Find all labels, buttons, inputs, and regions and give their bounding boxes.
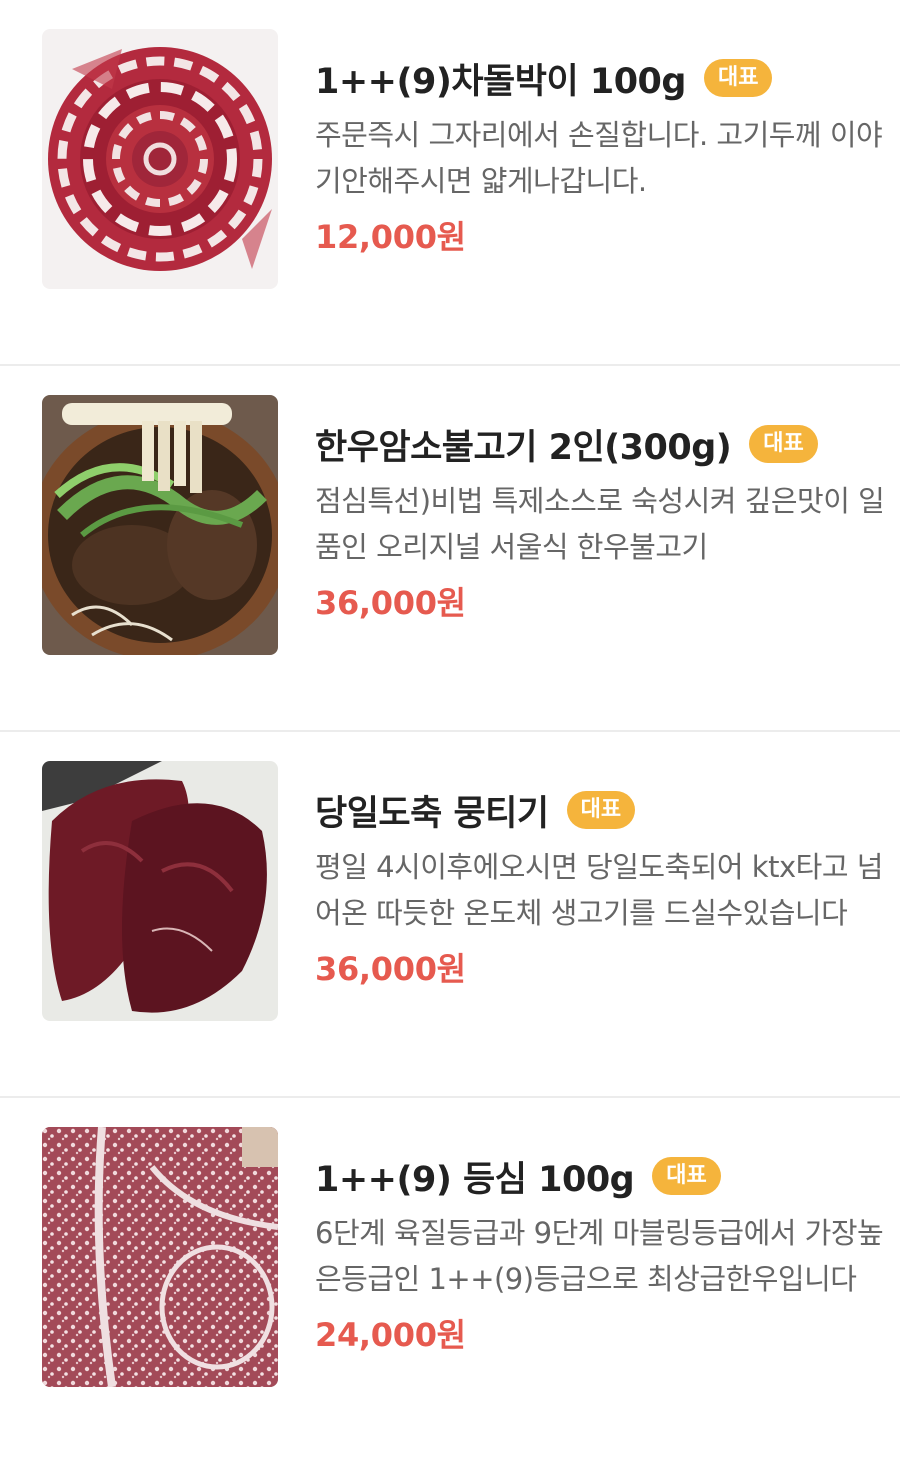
menu-item[interactable]: 한우암소불고기 2인(300g) 대표 점심특선)비법 특제소스로 숙성시켜 깊… [0, 366, 900, 732]
menu-item-price: 36,000원 [315, 950, 466, 988]
title-row: 당일도축 뭉티기 대표 [315, 782, 885, 838]
menu-item-price: 36,000원 [315, 584, 466, 622]
menu-item-photo[interactable] [42, 1127, 278, 1387]
menu-item-price: 12,000원 [315, 218, 466, 256]
menu-list: 1++(9)차돌박이 100g 대표 주문즉시 그자리에서 손질합니다. 고기두… [0, 0, 900, 1464]
menu-item-info: 1++(9)차돌박이 100g 대표 주문즉시 그자리에서 손질합니다. 고기두… [315, 50, 885, 258]
menu-item[interactable]: 1++(9)차돌박이 100g 대표 주문즉시 그자리에서 손질합니다. 고기두… [0, 0, 900, 366]
menu-item[interactable]: 당일도축 뭉티기 대표 평일 4시이후에오시면 당일도축되어 ktx타고 넘어온… [0, 732, 900, 1098]
menu-item-info: 1++(9) 등심 100g 대표 6단계 육질등급과 9단계 마블링등급에서 … [315, 1148, 885, 1356]
marbled-sirloin-photo [42, 1127, 278, 1387]
menu-item-name: 1++(9)차돌박이 100g [315, 61, 686, 102]
menu-item-photo[interactable] [42, 761, 278, 1021]
menu-item-info: 당일도축 뭉티기 대표 평일 4시이후에오시면 당일도축되어 ktx타고 넘어온… [315, 782, 885, 990]
title-row: 1++(9)차돌박이 100g 대표 [315, 50, 885, 106]
menu-item-name: 한우암소불고기 2인(300g) [315, 427, 732, 468]
raw-beef-slab-photo [42, 761, 278, 1021]
menu-item-price: 24,000원 [315, 1316, 466, 1354]
menu-item-description: 평일 4시이후에오시면 당일도축되어 ktx타고 넘어온 따듯한 온도체 생고기… [315, 850, 883, 930]
signature-badge: 대표 [566, 791, 636, 829]
sliced-brisket-photo [42, 29, 278, 289]
title-row: 1++(9) 등심 100g 대표 [315, 1148, 885, 1204]
menu-item-description: 주문즉시 그자리에서 손질합니다. 고기두께 이야기안해주시면 얇게나갑니다. [315, 118, 883, 198]
signature-badge: 대표 [749, 425, 818, 463]
menu-item-photo[interactable] [42, 395, 278, 655]
menu-item-description: 점심특선)비법 특제소스로 숙성시켜 깊은맛이 일품인 오리지널 서울식 한우불… [315, 484, 885, 564]
bulgogi-hotpot-photo [42, 395, 278, 655]
menu-item-name: 1++(9) 등심 100g [315, 1159, 635, 1200]
signature-badge: 대표 [703, 59, 773, 97]
signature-badge: 대표 [652, 1157, 721, 1195]
menu-item[interactable]: 1++(9) 등심 100g 대표 6단계 육질등급과 9단계 마블링등급에서 … [0, 1098, 900, 1464]
menu-item-description: 6단계 육질등급과 9단계 마블링등급에서 가장높은등급인 1++(9)등급으로… [315, 1216, 884, 1296]
menu-item-info: 한우암소불고기 2인(300g) 대표 점심특선)비법 특제소스로 숙성시켜 깊… [315, 416, 885, 624]
title-row: 한우암소불고기 2인(300g) 대표 [315, 416, 885, 472]
menu-item-name: 당일도축 뭉티기 [315, 793, 549, 834]
menu-item-photo[interactable] [42, 29, 278, 289]
